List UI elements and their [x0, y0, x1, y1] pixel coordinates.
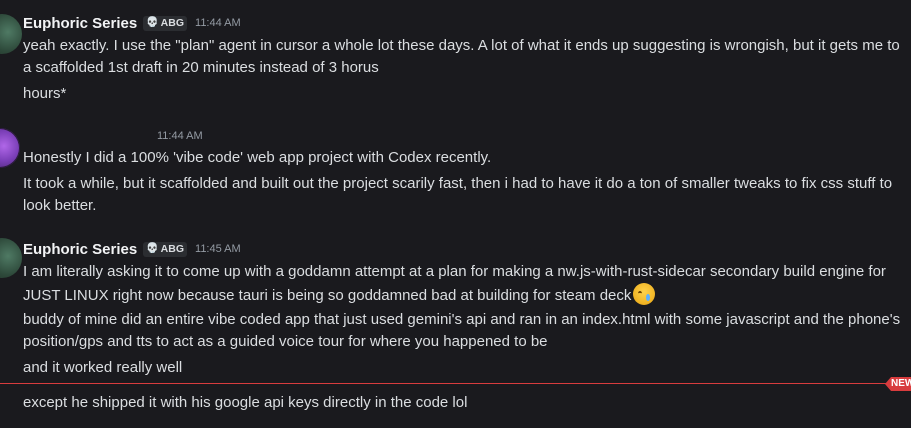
message-text: I am literally asking it to come up with…: [23, 261, 907, 307]
message-text: hours*: [23, 85, 67, 102]
username[interactable]: Euphoric Series: [23, 241, 137, 258]
message-text-content: I am literally asking it to come up with…: [23, 263, 886, 304]
avatar[interactable]: [0, 14, 22, 54]
new-messages-badge: NEW: [885, 377, 911, 391]
skull-icon: 💀: [146, 243, 159, 254]
chat-message-list: Euphoric Series 💀 ABG 11:44 AM yeah exac…: [0, 0, 911, 428]
server-tag-label: ABG: [160, 243, 185, 255]
message-text: It took a while, but it scaffolded and b…: [23, 175, 893, 214]
username[interactable]: Euphoric Series: [23, 15, 137, 32]
message-text: yeah exactly. I use the "plan" agent in …: [23, 37, 900, 76]
new-messages-divider: [0, 383, 911, 384]
message-header: Euphoric Series 💀 ABG 11:44 AM: [23, 13, 241, 33]
timestamp[interactable]: 11:44 AM: [157, 130, 203, 142]
message-text: buddy of mine did an entire vibe coded a…: [23, 311, 901, 350]
avatar[interactable]: [0, 128, 20, 168]
skull-icon: 💀: [146, 17, 159, 28]
message-text: Honestly I did a 100% 'vibe code' web ap…: [23, 149, 492, 166]
server-tag[interactable]: 💀 ABG: [143, 241, 188, 257]
server-tag[interactable]: 💀 ABG: [143, 15, 188, 31]
server-tag-label: ABG: [160, 17, 185, 29]
message-text: except he shipped it with his google api…: [23, 394, 468, 411]
message-text: and it worked really well: [23, 359, 183, 376]
timestamp[interactable]: 11:44 AM: [195, 17, 241, 29]
message-header: Euphoric Series 💀 ABG 11:45 AM: [23, 239, 241, 259]
crying-face-emoji-icon[interactable]: [633, 283, 656, 305]
timestamp[interactable]: 11:45 AM: [195, 243, 241, 255]
avatar[interactable]: [0, 238, 22, 278]
